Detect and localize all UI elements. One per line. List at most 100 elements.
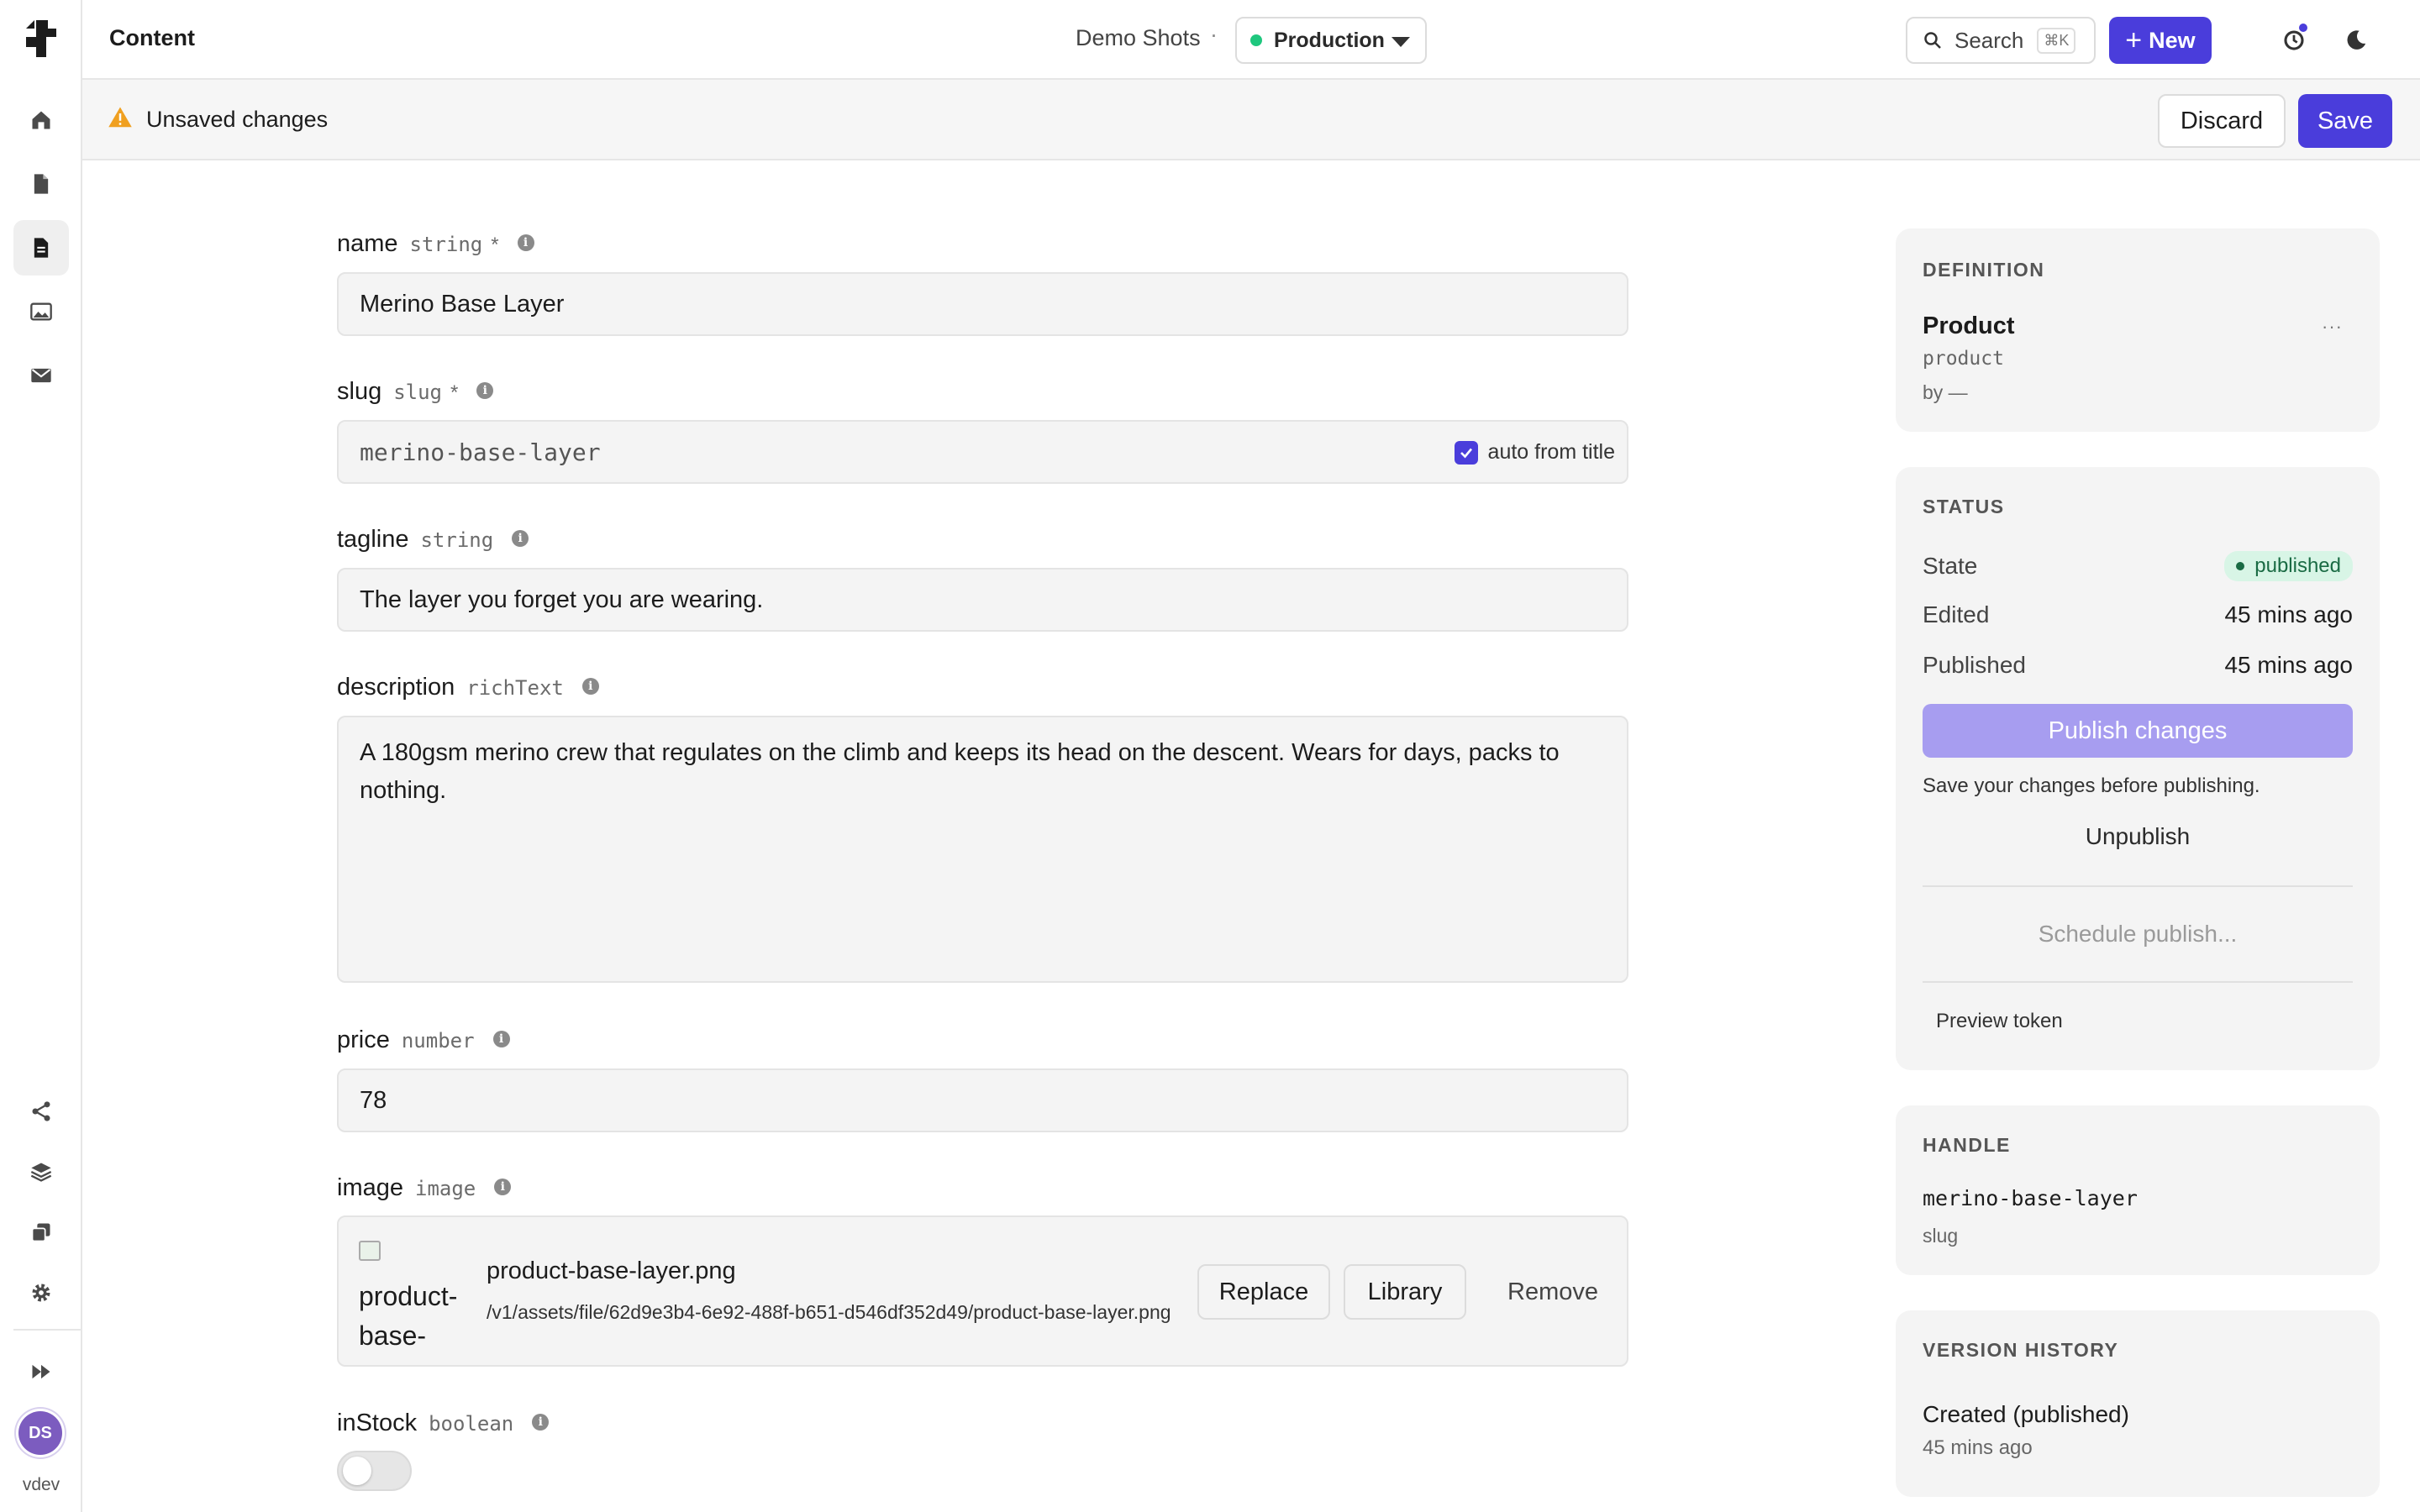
image-library-button[interactable]: Library [1344, 1264, 1466, 1320]
mail-icon[interactable] [13, 348, 69, 403]
edited-value: 45 mins ago [2224, 601, 2353, 627]
price-input[interactable]: 78 [337, 1068, 1628, 1132]
unpublish-button[interactable]: Unpublish [1923, 823, 2353, 850]
version-history-panel: VERSION HISTORY Created (published) 45 m… [1896, 1310, 2380, 1497]
required-marker: * [450, 381, 459, 404]
slug-value: merino-base-layer [360, 438, 601, 466]
field-label-slug: slug slug * i [337, 378, 494, 406]
info-icon[interactable]: i [512, 530, 529, 547]
handle-kind: slug [1923, 1225, 1959, 1247]
published-row: Published 45 mins ago [1923, 652, 2353, 679]
field-label-image: image image i [337, 1174, 512, 1202]
search-label: Search [1954, 27, 2024, 53]
unsaved-changes-bar: Unsaved changes Discard Save [82, 80, 2420, 160]
status-divider [1923, 981, 2353, 983]
handle-value: merino-base-layer [1923, 1186, 2138, 1210]
status-heading: STATUS [1923, 496, 2005, 517]
more-options-icon[interactable]: ··· [2322, 316, 2343, 338]
rail-divider [13, 1329, 82, 1331]
status-panel: STATUS State published Edited 45 mins ag… [1896, 467, 2380, 1070]
media-image-icon[interactable] [13, 284, 69, 339]
top-bar: Content Demo Shots · Production Search ⌘… [82, 0, 2420, 80]
info-icon[interactable]: i [532, 1414, 550, 1431]
field-description-label: description [337, 674, 455, 701]
field-label-description: description richText i [337, 674, 599, 701]
status-divider [1923, 885, 2353, 887]
notifications-button[interactable] [2272, 18, 2316, 62]
save-button[interactable]: Save [2298, 94, 2392, 148]
field-image-label: image [337, 1174, 403, 1201]
notification-dot [2297, 22, 2309, 34]
info-icon[interactable]: i [517, 234, 534, 251]
content-entries-icon[interactable] [13, 220, 69, 276]
field-name-type: string [409, 233, 483, 256]
layers-icon[interactable] [13, 1144, 69, 1200]
image-thumbnail: product-base- [359, 1237, 476, 1347]
state-label: State [1923, 553, 1978, 579]
definition-panel: DEFINITION Product ··· product by — [1896, 228, 2380, 432]
copy-icon[interactable] [13, 1205, 69, 1260]
document-icon[interactable] [13, 156, 69, 212]
search-button[interactable]: Search ⌘K [1906, 17, 2096, 64]
share-icon[interactable] [13, 1084, 69, 1139]
plus-icon: + [2125, 24, 2143, 56]
new-button[interactable]: + New [2109, 17, 2212, 64]
warning-icon [108, 107, 132, 128]
definition-heading: DEFINITION [1923, 259, 2045, 281]
left-rail: DS vdev [0, 0, 82, 1512]
expand-sidebar-icon[interactable] [13, 1344, 69, 1399]
project-name[interactable]: Demo Shots [1076, 25, 1201, 51]
name-input[interactable]: Merino Base Layer [337, 272, 1628, 336]
edited-label: Edited [1923, 601, 1990, 627]
theme-toggle-button[interactable] [2334, 18, 2378, 62]
remove-image-button[interactable]: Remove [1498, 1264, 1607, 1320]
image-file-path: /v1/assets/file/62d9e3b4-6e92-488f-b651-… [487, 1301, 1171, 1323]
search-shortcut: ⌘K [2037, 27, 2076, 54]
new-label: New [2149, 27, 2196, 53]
field-price-label: price [337, 1026, 390, 1053]
user-label: vdev [22, 1475, 60, 1494]
definition-api-id: product [1923, 348, 2004, 370]
instock-toggle[interactable] [337, 1451, 412, 1491]
state-row: State published [1923, 551, 2353, 581]
unsaved-message: Unsaved changes [146, 107, 329, 132]
toggle-knob [343, 1457, 371, 1485]
field-tagline-type: string [420, 528, 494, 552]
field-label-tagline: tagline string i [337, 526, 529, 554]
status-badge-label: published [2254, 554, 2341, 577]
handle-heading: HANDLE [1923, 1134, 2011, 1156]
version-entry-time: 45 mins ago [1923, 1436, 2033, 1459]
tagline-input[interactable]: The layer you forget you are wearing. [337, 568, 1628, 632]
environment-select[interactable]: Production [1235, 17, 1427, 64]
discard-button[interactable]: Discard [2158, 94, 2286, 148]
published-label: Published [1923, 652, 2026, 678]
home-icon[interactable] [13, 92, 69, 148]
description-rich-text-editor[interactable]: A 180gsm merino crew that regulates on t… [337, 716, 1628, 983]
app-logo-icon[interactable] [23, 18, 58, 59]
image-alt-text: product-base- [359, 1281, 458, 1347]
search-icon [1924, 32, 1941, 49]
moon-icon [2347, 30, 2366, 50]
handle-panel: HANDLE merino-base-layer slug [1896, 1105, 2380, 1275]
definition-author: by — [1923, 381, 1968, 403]
info-icon[interactable]: i [476, 382, 494, 399]
publish-changes-button[interactable]: Publish changes [1923, 704, 2353, 758]
settings-gear-icon[interactable] [13, 1265, 69, 1320]
edited-row: Edited 45 mins ago [1923, 601, 2353, 628]
slug-input[interactable]: merino-base-layer auto from title [337, 420, 1628, 484]
info-icon[interactable]: i [494, 1179, 512, 1195]
info-icon[interactable]: i [492, 1031, 510, 1047]
auto-slug-checkbox[interactable] [1454, 440, 1478, 465]
auto-slug-toggle[interactable]: auto from title [1454, 440, 1615, 465]
avatar[interactable]: DS [18, 1411, 62, 1455]
info-icon[interactable]: i [581, 678, 599, 695]
field-slug-label: slug [337, 378, 382, 405]
checkmark-icon [1460, 448, 1472, 458]
schedule-publish-button[interactable]: Schedule publish... [1923, 921, 2353, 948]
replace-image-button[interactable]: Replace [1197, 1264, 1330, 1320]
definition-name[interactable]: Product [1923, 312, 2015, 340]
field-price-type: number [401, 1029, 475, 1053]
version-entry-title[interactable]: Created (published) [1923, 1401, 2129, 1428]
auto-slug-label: auto from title [1487, 440, 1615, 464]
preview-token-link[interactable]: Preview token [1936, 1010, 2063, 1033]
